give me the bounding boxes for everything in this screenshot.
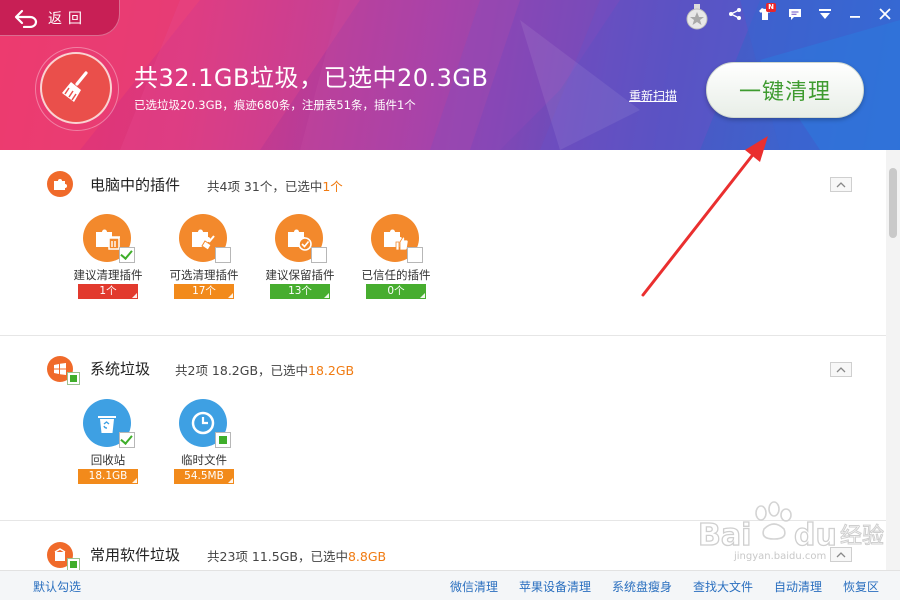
close-button[interactable] — [870, 0, 900, 28]
one-click-clean-button[interactable]: 一键清理 — [706, 62, 864, 118]
item-recommended-keep-plugins[interactable]: 建议保留插件 13个 — [260, 214, 340, 310]
minimize-button[interactable] — [840, 0, 870, 28]
skin-button[interactable]: N — [750, 0, 780, 28]
back-label: 返回 — [48, 10, 88, 27]
chevron-up-icon — [836, 366, 846, 372]
header-banner: 返回 N 共32.1GB垃圾，已选中20.3GB 已选垃圾20.3GB，痕迹68… — [0, 0, 900, 150]
item-size-badge: 18.1GB — [78, 469, 138, 484]
item-checkbox[interactable] — [311, 247, 327, 263]
scrollbar-thumb[interactable] — [889, 168, 897, 238]
menu-button[interactable] — [810, 0, 840, 28]
section-title: 系统垃圾 — [90, 360, 151, 378]
apple-device-clean-link[interactable]: 苹果设备清理 — [519, 578, 591, 595]
software-box-icon — [54, 548, 66, 561]
section-checkbox[interactable] — [67, 372, 80, 385]
item-size-badge: 54.5MB — [174, 469, 234, 484]
section-title: 电脑中的插件 — [90, 176, 181, 194]
item-label: 可选清理插件 — [169, 268, 239, 282]
scan-result-details: 已选垃圾20.3GB，痕迹680条，注册表51条，插件1个 — [134, 98, 416, 112]
item-label: 回收站 — [90, 453, 126, 467]
item-temp-files[interactable]: 临时文件 54.5MB — [164, 399, 244, 495]
wechat-clean-link[interactable]: 微信清理 — [450, 578, 498, 595]
menu-dropdown-icon — [819, 9, 831, 19]
item-count-badge: 13个 — [270, 284, 330, 299]
item-label: 建议保留插件 — [265, 268, 335, 282]
feedback-button[interactable] — [780, 0, 810, 28]
windows-logo-icon — [54, 363, 66, 375]
section-summary: 共2项 18.2GB，已选中18.2GB — [175, 363, 355, 378]
item-count-badge: 1个 — [78, 284, 138, 299]
share-icon — [729, 8, 741, 20]
puzzle-icon — [54, 179, 67, 190]
message-icon — [789, 9, 801, 20]
item-checkbox[interactable] — [215, 247, 231, 263]
chevron-up-icon — [836, 551, 846, 557]
auto-clean-link[interactable]: 自动清理 — [774, 578, 822, 595]
section-system-junk: 系统垃圾 共2项 18.2GB，已选中18.2GB 回收站 18.1GB 临时文… — [0, 336, 886, 521]
default-select-link[interactable]: 默认勾选 — [33, 578, 81, 595]
item-optional-clean-plugins[interactable]: 可选清理插件 17个 — [164, 214, 244, 310]
selected-count: 1个 — [322, 179, 343, 194]
window-controls: N — [720, 0, 900, 28]
item-checkbox[interactable] — [407, 247, 423, 263]
vertical-scrollbar[interactable] — [886, 150, 900, 570]
back-button[interactable]: 返回 — [0, 0, 120, 36]
medal-icon[interactable] — [686, 4, 708, 30]
item-checkbox[interactable] — [119, 432, 135, 448]
scan-result-headline: 共32.1GB垃圾，已选中20.3GB — [134, 64, 489, 92]
section-title: 常用软件垃圾 — [90, 546, 181, 564]
section-plugins-icon — [47, 171, 73, 197]
item-label: 已信任的插件 — [361, 268, 431, 282]
item-count-badge: 0个 — [366, 284, 426, 299]
section-software-junk: 常用软件垃圾 共23项 11.5GB，已选中8.8GB — [0, 521, 886, 570]
selected-size: 18.2GB — [308, 363, 355, 378]
find-large-files-link[interactable]: 查找大文件 — [693, 578, 753, 595]
section-summary: 共23项 11.5GB，已选中8.8GB — [207, 549, 387, 564]
cleaning-status-badge — [35, 47, 119, 131]
item-recycle-bin[interactable]: 回收站 18.1GB — [68, 399, 148, 495]
collapse-button[interactable] — [830, 362, 852, 377]
section-summary: 共4项 31个，已选中1个 — [207, 179, 343, 194]
collapse-button[interactable] — [830, 547, 852, 562]
item-checkbox[interactable] — [215, 432, 231, 448]
minimize-icon — [850, 16, 860, 18]
selected-size: 8.8GB — [347, 549, 387, 564]
notification-badge: N — [766, 3, 776, 12]
close-icon — [879, 8, 891, 20]
item-label: 建议清理插件 — [73, 268, 143, 282]
section-checkbox[interactable] — [67, 558, 80, 570]
collapse-button[interactable] — [830, 177, 852, 192]
item-label: 临时文件 — [181, 453, 227, 467]
chevron-up-icon — [836, 181, 846, 187]
back-arrow-icon — [14, 9, 38, 28]
item-checkbox[interactable] — [119, 247, 135, 263]
share-button[interactable] — [720, 0, 750, 28]
item-trusted-plugins[interactable]: 已信任的插件 0个 — [356, 214, 436, 310]
broom-icon — [62, 71, 88, 102]
footer-bar: 默认勾选 微信清理 苹果设备清理 系统盘瘦身 查找大文件 自动清理 恢复区 — [0, 570, 900, 600]
system-disk-slim-link[interactable]: 系统盘瘦身 — [612, 578, 672, 595]
item-count-badge: 17个 — [174, 284, 234, 299]
section-plugins: 电脑中的插件 共4项 31个，已选中1个 建议清理插件 1个 可选清理插件 17… — [0, 150, 886, 336]
scan-results-list: 电脑中的插件 共4项 31个，已选中1个 建议清理插件 1个 可选清理插件 17… — [0, 150, 886, 570]
rescan-link[interactable]: 重新扫描 — [629, 87, 677, 104]
item-recommended-clean-plugins[interactable]: 建议清理插件 1个 — [68, 214, 148, 310]
recovery-area-link[interactable]: 恢复区 — [843, 578, 879, 595]
